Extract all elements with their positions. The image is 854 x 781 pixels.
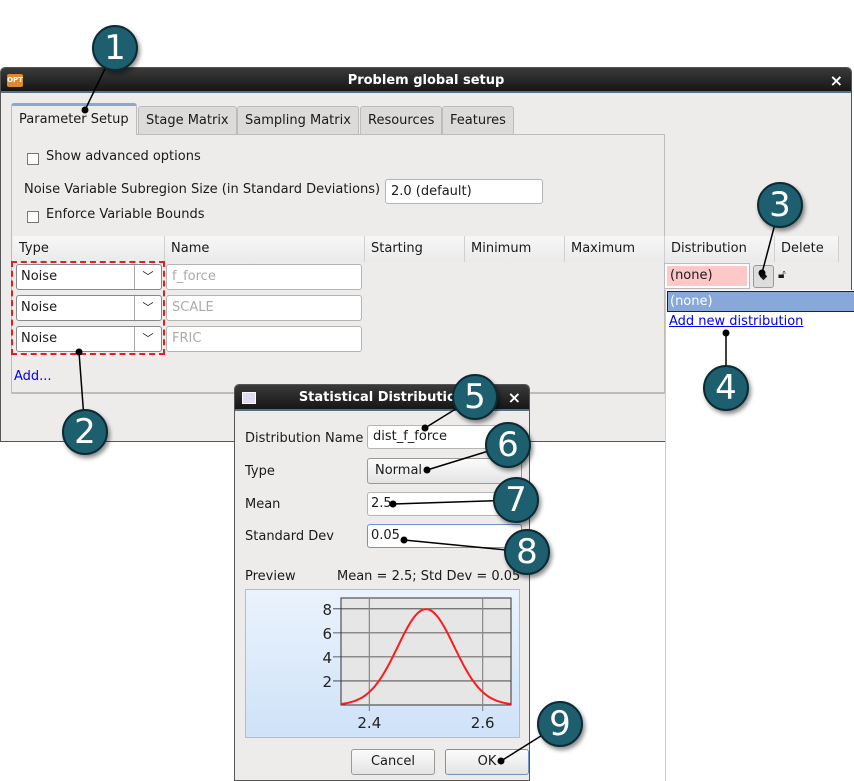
callout-badge: 1 [92,25,138,71]
callout-badge: 7 [493,477,539,523]
show-advanced-label: Show advanced options [46,149,201,164]
y-tick-label: 6 [322,625,332,643]
lock-icon[interactable]: 🔓︎ [778,267,786,282]
header-delete[interactable]: Delete [775,236,839,262]
window-titlebar: OPT Problem global setup × [1,68,851,93]
chevron-down-icon: ﹀ [134,327,161,351]
subregion-input[interactable]: 2.0 (default) [385,179,543,204]
distribution-dropdown-button[interactable]: ◆ [753,265,774,288]
window-icon [242,392,256,404]
std-dev-input[interactable]: 0.05 [367,524,522,548]
header-minimum[interactable]: Minimum [465,236,565,262]
chevron-down-icon: ﹀ [134,265,161,289]
close-icon[interactable]: × [508,385,521,410]
name-input[interactable]: SCALE [166,295,362,321]
callout-badge: 6 [485,422,531,468]
type-value: Noise [21,331,58,346]
header-type[interactable]: Type [13,236,165,262]
std-dev-label: Standard Dev [245,529,334,544]
type-select[interactable]: Noise ﹀ [16,264,162,290]
distribution-name-label: Distribution Name [245,431,364,446]
name-input[interactable]: FRIC [166,326,362,352]
add-parameter-link[interactable]: Add... [14,369,52,384]
name-input[interactable]: f_force [166,264,362,290]
type-select[interactable]: Noise ﹀ [16,295,162,321]
tab-features[interactable]: Features [442,106,514,134]
callout-badge: 2 [62,409,108,455]
callout-badge: 3 [757,182,803,228]
callout-badge: 8 [504,529,550,575]
y-tick-label: 8 [322,601,332,619]
tab-sampling-matrix[interactable]: Sampling Matrix [237,106,359,134]
add-new-distribution-link[interactable]: Add new distribution [669,314,803,329]
x-tick-label: 2.4 [357,714,381,732]
app-icon: OPT [7,74,23,87]
preview-label: Preview [245,569,296,584]
close-icon[interactable]: × [830,68,843,93]
show-advanced-checkbox[interactable] [27,153,39,165]
type-label: Type [245,464,275,479]
dialog-title: Statistical Distribution [298,390,466,405]
cancel-button[interactable]: Cancel [351,749,435,775]
header-distribution[interactable]: Distribution [665,236,775,262]
header-name[interactable]: Name [165,236,365,262]
popup-item-none[interactable]: (none) [667,291,854,312]
enforce-bounds-label: Enforce Variable Bounds [46,207,205,222]
type-value: Noise [21,300,58,315]
window-title: Problem global setup [347,73,505,88]
callout-badge: 5 [452,374,498,420]
distribution-field[interactable]: (none) [664,263,750,289]
type-value: Noise [21,269,58,284]
mean-label: Mean [245,497,281,512]
x-tick-label: 2.6 [471,714,495,732]
ok-button[interactable]: OK [445,749,529,775]
plot-area [340,597,512,706]
type-select[interactable]: Noise ﹀ [16,326,162,352]
callout-badge: 9 [537,701,583,747]
type-value: Normal [375,463,423,478]
preview-summary: Mean = 2.5; Std Dev = 0.05 [337,569,521,584]
subregion-label: Noise Variable Subregion Size (in Standa… [24,182,381,197]
y-tick-label: 2 [322,673,332,691]
preview-chart: 2 4 6 8 2.4 2.6 [245,589,520,738]
header-maximum[interactable]: Maximum [565,236,665,262]
distribution-popup: (none) Add new distribution [665,290,854,781]
header-starting[interactable]: Starting [365,236,465,262]
tab-resources[interactable]: Resources [360,106,443,134]
chevron-down-icon: ﹀ [134,296,161,320]
enforce-bounds-checkbox[interactable] [27,211,39,223]
tab-stage-matrix[interactable]: Stage Matrix [138,106,237,134]
y-tick-label: 4 [322,649,332,667]
tab-parameter-setup[interactable]: Parameter Setup [11,103,137,135]
distribution-chart: 2 4 6 8 2.4 2.6 [322,597,512,732]
callout-badge: 4 [703,365,749,411]
